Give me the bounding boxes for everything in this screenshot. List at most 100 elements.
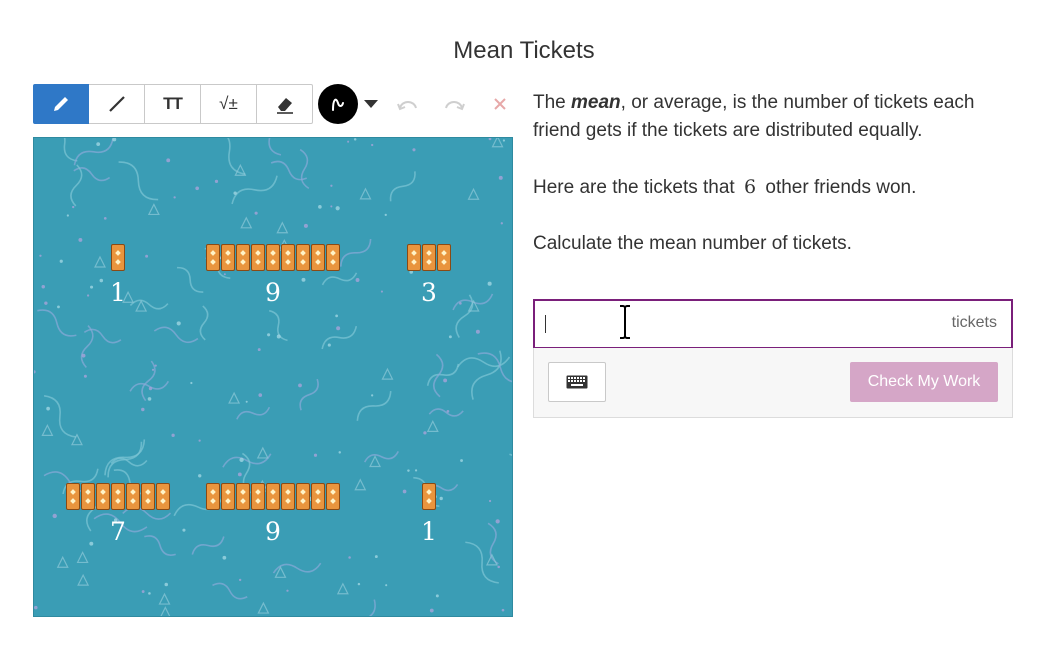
confetti-dot xyxy=(495,519,500,524)
confetti-triangle xyxy=(381,367,394,380)
ticket-icon xyxy=(296,244,310,271)
confetti-triangle xyxy=(77,573,90,586)
ticket-icon xyxy=(281,483,295,510)
keyboard-icon xyxy=(566,375,588,389)
confetti-dot xyxy=(171,433,175,437)
confetti-triangle xyxy=(76,551,89,564)
ticket-icon xyxy=(422,244,436,271)
ticket-count-label: 3 xyxy=(421,278,437,307)
streamer-shape xyxy=(321,325,358,350)
confetti-dot xyxy=(500,222,503,225)
check-my-work-button[interactable]: Check My Work xyxy=(850,362,998,402)
confetti-dot xyxy=(407,469,410,472)
eraser-tool-button[interactable] xyxy=(257,84,313,124)
confetti-dot xyxy=(66,214,69,217)
confetti-triangle xyxy=(158,592,171,605)
confetti-dot xyxy=(99,278,104,283)
pen-color-button[interactable] xyxy=(318,84,358,124)
ticket-icon xyxy=(236,244,250,271)
ticket-icon xyxy=(66,483,80,510)
confetti-dot xyxy=(222,555,227,560)
confetti-dot xyxy=(166,158,171,163)
ticket-icon xyxy=(422,483,436,510)
answer-input[interactable]: tickets xyxy=(533,299,1013,349)
confetti-dot xyxy=(374,555,378,559)
confetti-dot xyxy=(446,410,450,413)
color-dropdown-caret-icon[interactable] xyxy=(364,100,378,108)
confetti-dot xyxy=(298,383,302,388)
close-icon xyxy=(494,98,506,110)
confetti-triangle xyxy=(56,555,69,568)
ticket-icon xyxy=(251,483,265,510)
confetti-dot xyxy=(459,302,462,305)
ticket-group: 1 xyxy=(419,483,439,544)
confetti-triangle xyxy=(467,187,480,200)
keyboard-button[interactable] xyxy=(548,362,606,402)
confetti-dot xyxy=(335,206,340,211)
confetti-dot xyxy=(148,592,151,595)
confetti-dot xyxy=(498,175,503,180)
confetti-dot xyxy=(439,496,443,501)
confetti-dot xyxy=(276,334,281,339)
confetti-triangle xyxy=(354,478,367,491)
confetti-dot xyxy=(198,474,202,478)
streamer-shape xyxy=(389,171,416,202)
confetti-dot xyxy=(371,394,374,397)
clear-button[interactable] xyxy=(484,84,516,124)
streamer-shape xyxy=(213,138,246,176)
ticket-group: 9 xyxy=(206,483,340,544)
streamer-shape xyxy=(153,326,199,344)
confetti-triangle xyxy=(94,255,106,268)
ticket-icon xyxy=(126,483,140,510)
pencil-tool-button[interactable] xyxy=(33,84,89,124)
confetti-dot xyxy=(44,301,48,305)
ticket-group: 9 xyxy=(206,244,340,305)
page-title: Mean Tickets xyxy=(453,37,595,64)
confetti-dot xyxy=(176,321,181,326)
math-icon: √± xyxy=(219,94,238,113)
streamer-shape xyxy=(477,352,512,383)
confetti-dot xyxy=(414,469,418,472)
confetti-dot xyxy=(423,431,427,435)
confetti-dot xyxy=(488,138,492,141)
confetti-triangle xyxy=(135,299,148,312)
streamer-shape xyxy=(509,453,512,487)
confetti-dot xyxy=(443,378,448,383)
eraser-icon xyxy=(276,98,293,114)
line-tool-button[interactable] xyxy=(89,84,145,124)
friend-count: 6 xyxy=(744,176,757,198)
ticket-icon xyxy=(236,483,250,510)
ticket-count-label: 1 xyxy=(110,278,126,307)
math-tool-button[interactable]: √± xyxy=(201,84,257,124)
drawing-canvas[interactable]: 1 9 3 7 9 1 xyxy=(33,137,513,617)
redo-button[interactable] xyxy=(438,84,470,124)
confetti-dot xyxy=(371,143,374,147)
confetti-dot xyxy=(151,368,155,371)
confetti-triangle xyxy=(359,187,372,200)
confetti-dot xyxy=(237,472,242,477)
streamer-shape xyxy=(356,391,392,421)
text-tool-button[interactable]: TT xyxy=(145,84,201,124)
confetti-dot xyxy=(83,374,87,378)
confetti-dot xyxy=(103,217,107,220)
confetti-triangle xyxy=(240,216,253,229)
confetti-dot xyxy=(501,608,505,612)
ticket-icon xyxy=(296,483,310,510)
confetti-dot xyxy=(52,513,57,519)
confetti-triangle xyxy=(491,138,504,148)
confetti-triangle xyxy=(228,391,241,404)
confetti-dot xyxy=(238,578,242,582)
confetti-dot xyxy=(448,335,452,339)
undo-button[interactable] xyxy=(392,84,424,124)
streamer-shape xyxy=(212,582,248,600)
confetti-dot xyxy=(435,594,439,598)
confetti-dot xyxy=(327,343,331,347)
confetti-dot xyxy=(81,353,86,358)
streamer-shape xyxy=(236,406,271,420)
redo-icon xyxy=(445,101,465,111)
question-prompt: The mean, or average, is the number of t… xyxy=(533,89,1003,258)
mean-definition: The mean, or average, is the number of t… xyxy=(533,92,975,141)
confetti-dot xyxy=(347,140,350,143)
confetti-dot xyxy=(195,186,200,191)
confetti-dot xyxy=(286,589,289,592)
